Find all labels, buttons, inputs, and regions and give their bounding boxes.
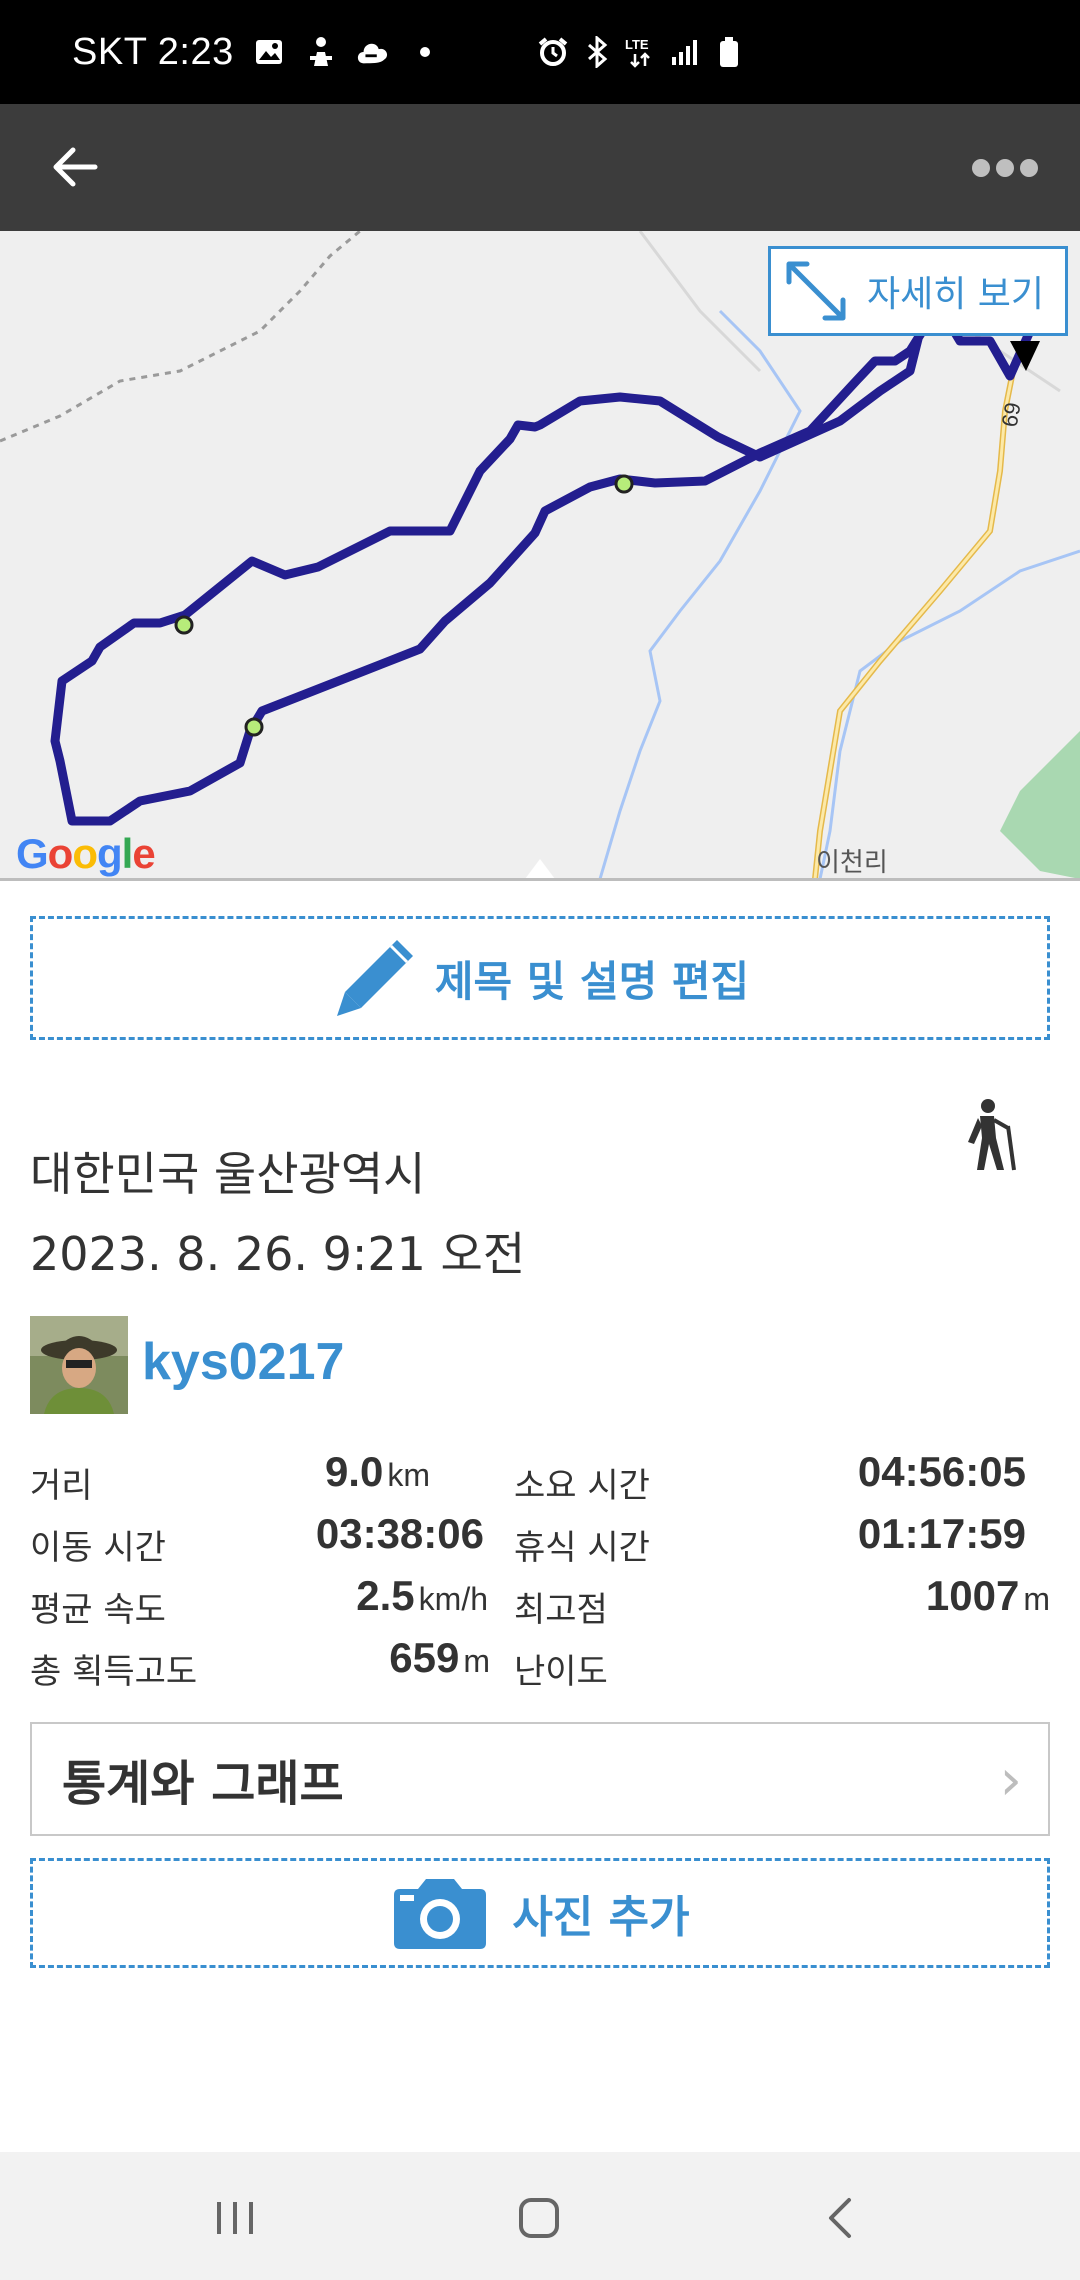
- stat-label: 총 획득고도: [30, 1652, 198, 1692]
- view-details-button[interactable]: 자세히 보기: [768, 246, 1068, 336]
- stat-row: 총 획득고도 659 m 난이도: [30, 1632, 1050, 1694]
- map-notch: [525, 859, 555, 879]
- avatar[interactable]: [30, 1316, 128, 1414]
- view-details-label: 자세히 보기: [867, 274, 1045, 315]
- edit-title-label: 제목 및 설명 편집: [434, 956, 750, 1006]
- battery-icon: [712, 35, 746, 69]
- add-photo-button[interactable]: 사진 추가: [30, 1858, 1050, 1968]
- stat-number: 03:38:06: [315, 1510, 484, 1557]
- carrier-time: SKT 2:23: [72, 30, 234, 73]
- expand-icon: [786, 261, 846, 321]
- road-number: 69: [997, 400, 1026, 428]
- google-logo: Google: [16, 830, 156, 877]
- more-dots-icon: [972, 159, 990, 177]
- hiker-notification-icon: [304, 35, 338, 69]
- stat-number: 9.0: [324, 1448, 384, 1495]
- home-icon: [519, 2198, 559, 2238]
- add-photo-label: 사진 추가: [512, 1892, 690, 1943]
- more-dot: [1020, 159, 1038, 177]
- waypoint-marker[interactable]: [614, 474, 634, 494]
- svg-text:LTE: LTE: [625, 37, 649, 52]
- gallery-icon: [252, 35, 286, 69]
- stat-value: 659 m: [389, 1634, 490, 1682]
- back-nav-button[interactable]: [806, 2188, 876, 2248]
- lte-icon: LTE: [624, 35, 658, 69]
- camera-icon: [394, 1879, 487, 1949]
- stat-label: 소요 시간: [514, 1466, 650, 1506]
- park-area: [1000, 731, 1080, 879]
- highway-center: [813, 360, 1017, 879]
- stat-label: 최고점: [514, 1590, 608, 1630]
- stats-graph-label: 통계와 그래프: [62, 1756, 344, 1812]
- stat-value: 1007 m: [926, 1572, 1050, 1620]
- home-button[interactable]: [504, 2188, 574, 2248]
- waypoint-marker[interactable]: [244, 717, 264, 737]
- alarm-icon: [536, 35, 570, 69]
- stat-unit: m: [1023, 1581, 1050, 1617]
- username-link[interactable]: kys0217: [142, 1332, 344, 1392]
- stat-unit: km: [387, 1457, 430, 1493]
- system-nav-bar: [0, 2152, 1080, 2280]
- stat-value: 03:38:06: [316, 1510, 488, 1558]
- stat-value: 2.5 km/h: [356, 1572, 488, 1620]
- map-place-label: 이천리: [816, 848, 888, 878]
- more-dot: [996, 159, 1014, 177]
- dot-icon: [408, 35, 442, 69]
- chevron-right-icon: ›: [999, 1748, 1022, 1813]
- boundary-line: [0, 231, 361, 443]
- stat-number: 04:56:05: [857, 1448, 1026, 1495]
- recent-apps-icon: [217, 2202, 253, 2234]
- edit-title-description-button[interactable]: 제목 및 설명 편집: [30, 916, 1050, 1040]
- stats-graph-button[interactable]: 통계와 그래프 ›: [30, 1722, 1050, 1836]
- stat-number: 659: [389, 1634, 460, 1681]
- bluetooth-icon: [580, 35, 614, 69]
- recent-apps-button[interactable]: [200, 2188, 270, 2248]
- hiking-icon: [958, 1098, 1018, 1172]
- stat-unit: m: [463, 1643, 490, 1679]
- stat-row: 이동 시간 03:38:06 휴식 시간 01:17:59: [30, 1508, 1050, 1570]
- stat-number: 2.5: [356, 1572, 415, 1619]
- chevron-left-icon: [829, 2198, 851, 2238]
- status-bar: SKT 2:23 LTE: [0, 0, 1080, 104]
- stat-label: 거리: [30, 1466, 93, 1506]
- stat-number: 1007: [925, 1572, 1020, 1619]
- stat-label: 휴식 시간: [514, 1528, 650, 1568]
- stat-number: 01:17:59: [857, 1510, 1026, 1557]
- stat-row: 평균 속도 2.5 km/h 최고점 1007 m: [30, 1570, 1050, 1632]
- signal-icon: [668, 35, 702, 69]
- stat-label: 이동 시간: [30, 1528, 166, 1568]
- stats-grid: 거리 9.0 km 소요 시간 04:56:05 이동 시간 03:38:06 휴…: [30, 1446, 1050, 1694]
- stat-label: 난이도: [514, 1652, 608, 1692]
- back-button[interactable]: [40, 134, 110, 200]
- route-track: [50, 286, 940, 826]
- stat-value: [1026, 1634, 1030, 1682]
- waypoint-marker[interactable]: [174, 615, 194, 635]
- stat-value: 9.0 km: [325, 1448, 430, 1496]
- stat-value: 04:56:05: [858, 1448, 1030, 1496]
- stat-label: 평균 속도: [30, 1590, 166, 1630]
- stat-row: 거리 9.0 km 소요 시간 04:56:05: [30, 1446, 1050, 1508]
- pencil-icon: [336, 940, 413, 1016]
- stat-unit: km/h: [418, 1581, 488, 1617]
- app-bar: [0, 104, 1080, 231]
- cloud-icon: [356, 35, 390, 69]
- activity-datetime: 2023. 8. 26. 9:21 오전: [30, 1227, 526, 1281]
- stat-value: 01:17:59: [858, 1510, 1030, 1558]
- activity-location: 대한민국 울산광역시: [30, 1147, 426, 1201]
- more-options-button[interactable]: [960, 140, 1050, 196]
- arrow-left-icon: [53, 147, 98, 187]
- map-divider: [0, 878, 1080, 881]
